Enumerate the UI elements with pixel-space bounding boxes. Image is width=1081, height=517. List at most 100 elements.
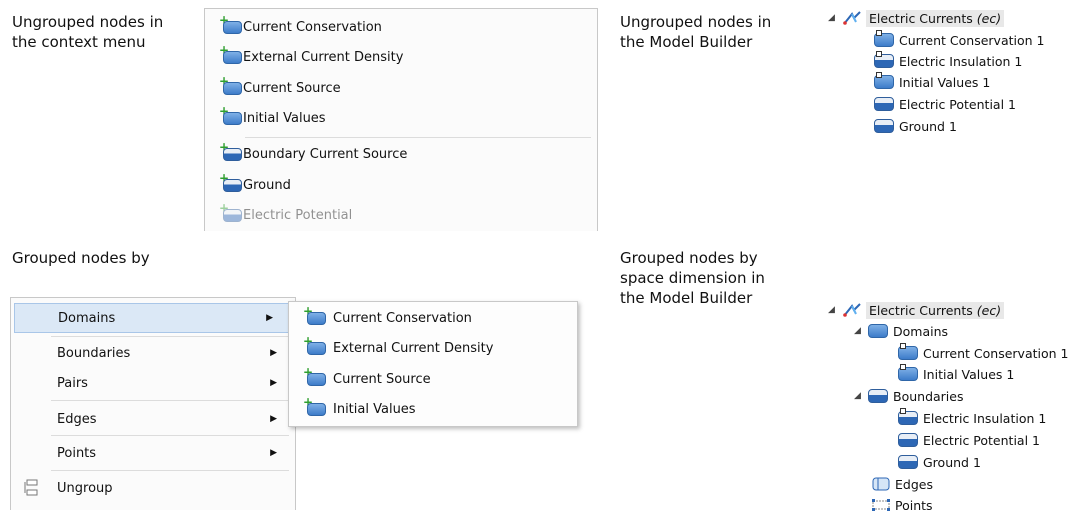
tree-group-domains[interactable]: ◢ Domains [854,321,948,341]
menu-item-ungroup[interactable]: Ungroup [11,474,295,502]
menu-item-edges[interactable]: Edges ▶ [11,405,295,433]
tree-node-initial-values[interactable]: Initial Values 1 [874,72,990,92]
caption-line: Ungrouped nodes in [620,13,772,31]
boundary-node-icon [874,119,894,133]
caption-line: Grouped nodes by [620,249,758,267]
caption-line: the Model Builder [620,33,753,51]
model-builder-tree-grouped: ◢ Electric Currents (ec) ◢ Domains Curre… [828,300,1078,516]
caption-grouped-nodes: Grouped nodes by [12,248,150,268]
submenu-arrow-icon: ▶ [270,378,277,388]
menu-item-label: Domains [58,310,116,326]
submenu-item-current-conservation[interactable]: + Current Conservation [289,304,577,332]
domain-node-icon [307,341,326,355]
tree-node-label: Electric Potential 1 [899,96,1016,112]
menu-item-label: Pairs [57,375,88,391]
caption-line: Ungrouped nodes in [12,13,164,31]
tree-group-boundaries[interactable]: ◢ Boundaries [854,386,963,406]
tree-node-label: Initial Values 1 [923,366,1015,382]
boundary-node-icon [898,433,918,447]
tree-node-electric-insulation[interactable]: Electric Insulation 1 [874,51,1022,71]
tree-node-ground[interactable]: Ground 1 [874,116,957,136]
menu-item-external-current-density[interactable]: + External Current Density [205,43,597,71]
tree-node-electric-potential[interactable]: Electric Potential 1 [874,94,1016,114]
tree-root-electric-currents[interactable]: ◢ Electric Currents (ec) [828,300,1005,320]
menu-item-label: Current Conservation [243,19,382,35]
electric-currents-icon [843,11,861,25]
domain-node-icon [307,311,326,325]
domain-node-icon [223,111,242,125]
menu-item-label: Current Source [243,80,341,96]
domain-node-icon [874,72,894,89]
submenu-arrow-icon: ▶ [270,348,277,358]
root-tag: (ec) [976,10,1002,26]
menu-item-label: Points [57,445,97,461]
tree-node-ground[interactable]: Ground 1 [898,452,981,472]
submenu-item-initial-values[interactable]: + Initial Values [289,395,577,423]
menu-item-boundaries[interactable]: Boundaries ▶ [11,339,295,367]
submenu-domains: + Current Conservation + External Curren… [288,301,578,427]
menu-item-label: Current Conservation [333,310,472,326]
caption-ungrouped-context-menu: Ungrouped nodes in the context menu [12,12,163,52]
domain-node-icon [898,343,918,360]
caption-line: space dimension in [620,269,765,287]
tree-node-current-conservation[interactable]: Current Conservation 1 [898,343,1069,363]
caption-line: Grouped nodes by [12,249,150,267]
tree-node-label: Ground 1 [923,454,981,470]
tree-group-points[interactable]: Points [872,495,933,515]
boundary-node-icon [223,147,242,161]
collapse-icon[interactable]: ◢ [828,13,842,23]
domain-node-icon [898,364,918,381]
tree-node-label: Electric Insulation 1 [923,410,1047,426]
tree-node-current-conservation[interactable]: Current Conservation 1 [874,30,1045,50]
edges-group-icon [872,477,890,491]
submenu-item-current-source[interactable]: + Current Source [289,365,577,393]
menu-item-electric-potential[interactable]: + Electric Potential [205,201,597,229]
tree-node-electric-insulation[interactable]: Electric Insulation 1 [898,408,1046,428]
menu-item-points[interactable]: Points ▶ [11,439,295,467]
menu-item-current-source[interactable]: + Current Source [205,74,597,102]
menu-item-label: Edges [57,411,97,427]
ungroup-icon [24,479,38,496]
submenu-arrow-icon: ▶ [270,414,277,424]
tree-node-label: Current Conservation 1 [923,345,1069,361]
menu-item-ground[interactable]: + Ground [205,171,597,199]
menu-item-label: External Current Density [243,49,404,65]
tree-node-label: Initial Values 1 [899,74,991,90]
root-name: Electric Currents [869,302,973,318]
electric-currents-icon [843,303,861,317]
tree-group-label: Points [895,497,933,513]
caption-ungrouped-model-builder: Ungrouped nodes in the Model Builder [620,12,771,52]
domain-node-icon [223,20,242,34]
menu-item-boundary-current-source[interactable]: + Boundary Current Source [205,140,597,168]
domain-node-icon [874,30,894,47]
menu-item-pairs[interactable]: Pairs ▶ [11,369,295,397]
submenu-item-external-current-density[interactable]: + External Current Density [289,334,577,362]
menu-item-initial-values[interactable]: + Initial Values [205,104,597,132]
boundary-group-icon [868,389,888,403]
tree-node-label: Electric Insulation 1 [899,53,1023,69]
menu-separator [51,470,289,471]
boundary-node-icon [223,208,242,222]
tree-group-label: Boundaries [893,388,964,404]
menu-item-label: Ungroup [57,480,113,496]
tree-root-electric-currents[interactable]: ◢ Electric Currents (ec) [828,8,1005,28]
menu-item-label: Electric Potential [243,207,353,223]
collapse-icon[interactable]: ◢ [854,326,868,336]
tree-node-label: Current Conservation 1 [899,32,1045,48]
root-name: Electric Currents [869,10,973,26]
menu-item-current-conservation[interactable]: + Current Conservation [205,13,597,41]
model-builder-tree-ungrouped: ◢ Electric Currents (ec) Current Conserv… [828,8,1078,158]
collapse-icon[interactable]: ◢ [828,305,842,315]
tree-group-edges[interactable]: Edges [872,474,933,494]
tree-node-electric-potential[interactable]: Electric Potential 1 [898,430,1040,450]
domain-node-icon [307,372,326,386]
caption-line: the context menu [12,33,146,51]
tree-node-label: Ground 1 [899,118,957,134]
menu-item-label: Ground [243,177,291,193]
caption-line: the Model Builder [620,289,753,307]
tree-node-initial-values[interactable]: Initial Values 1 [898,364,1014,384]
menu-item-label: Boundary Current Source [243,146,408,162]
root-tag: (ec) [976,302,1002,318]
collapse-icon[interactable]: ◢ [854,391,868,401]
menu-item-domains[interactable]: Domains ▶ [14,303,292,333]
